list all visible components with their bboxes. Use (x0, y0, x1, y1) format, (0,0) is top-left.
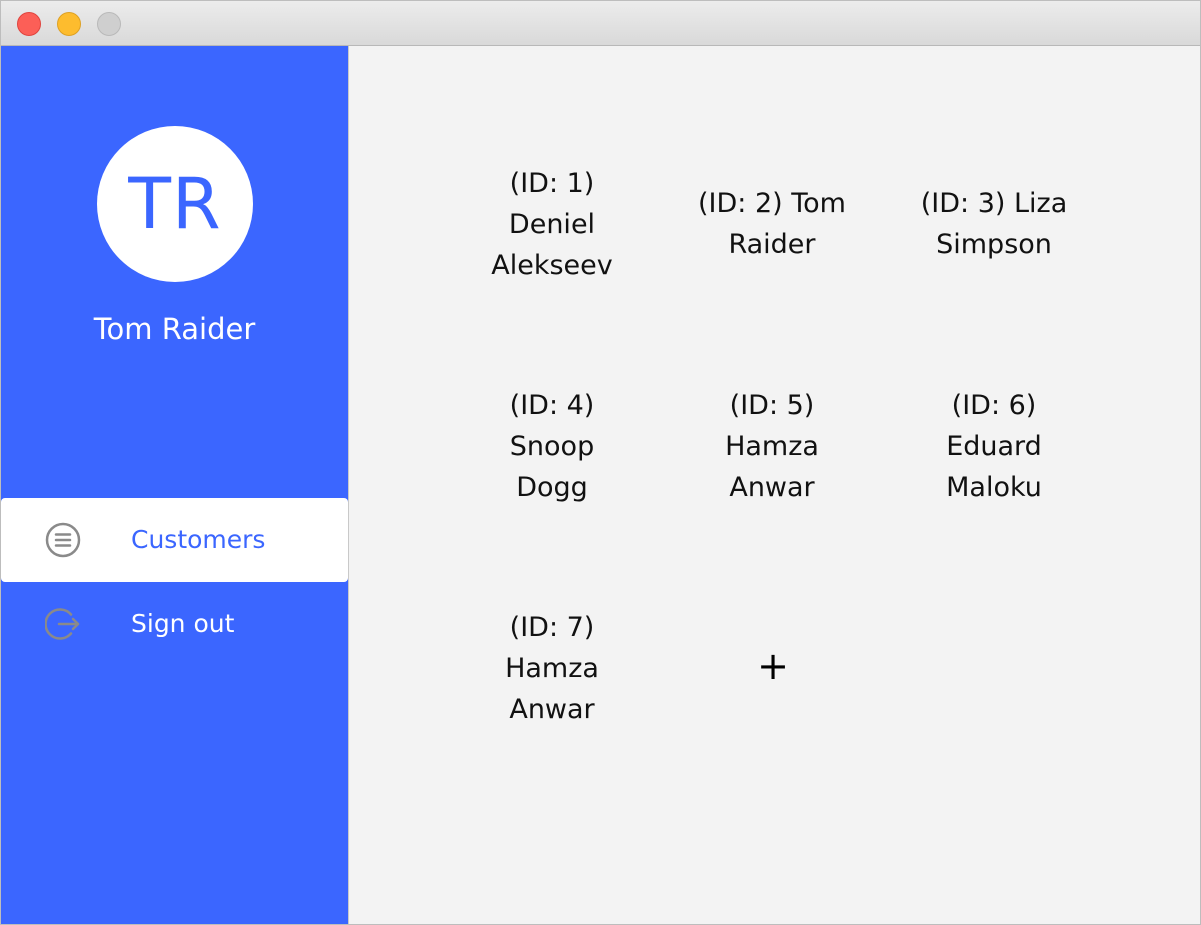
customer-card[interactable]: (ID: 1) Deniel Alekseev (452, 163, 652, 286)
customer-id-label: (ID: 4) (509, 390, 595, 421)
close-window-button[interactable] (17, 12, 41, 36)
avatar: TR (97, 126, 253, 282)
customer-id-label: (ID: 5) (729, 390, 815, 421)
sidebar-item-label: Customers (131, 525, 266, 554)
customer-card[interactable]: (ID: 2) Tom Raider (672, 183, 872, 265)
customer-id-label: (ID: 3) Liza (920, 188, 1068, 219)
customer-name-line: Snoop (509, 431, 595, 462)
customer-card[interactable]: (ID: 4) Snoop Dogg (452, 385, 652, 508)
app-window: TR Tom Raider Customers Sign out (ID: 1)… (0, 0, 1201, 925)
sidebar-item-customers[interactable]: Customers (1, 498, 348, 582)
customer-name-line: Anwar (729, 472, 815, 503)
customer-name-line: Hamza (505, 653, 599, 684)
list-circle-icon (45, 522, 81, 558)
customer-name-line: Eduard (946, 431, 1042, 462)
customer-name-line: Simpson (936, 229, 1052, 260)
user-name: Tom Raider (93, 312, 256, 346)
add-customer-button[interactable]: + (741, 643, 805, 693)
customer-card[interactable]: (ID: 6) Eduard Maloku (894, 385, 1094, 508)
customer-id-label: (ID: 2) Tom (698, 188, 846, 219)
customer-name-line: Deniel (508, 209, 596, 240)
avatar-initials: TR (128, 163, 222, 245)
customer-id-label: (ID: 7) (509, 612, 595, 643)
minimize-window-button[interactable] (57, 12, 81, 36)
customer-name-line: Anwar (509, 694, 595, 725)
customer-card[interactable]: (ID: 5) Hamza Anwar (672, 385, 872, 508)
sidebar: TR Tom Raider Customers Sign out (1, 46, 348, 924)
title-bar (1, 1, 1200, 46)
customer-id-label: (ID: 6) (951, 390, 1037, 421)
customer-name-line: Alekseev (491, 250, 613, 281)
zoom-window-button[interactable] (97, 12, 121, 36)
customer-name-line: Hamza (725, 431, 819, 462)
customer-card[interactable]: (ID: 7) Hamza Anwar (452, 607, 652, 730)
customer-name-line: Raider (728, 229, 816, 260)
customer-name-line: Dogg (516, 472, 588, 503)
sidebar-item-sign-out[interactable]: Sign out (1, 582, 348, 666)
sign-out-icon (45, 608, 80, 640)
customer-card[interactable]: (ID: 3) Liza Simpson (894, 183, 1094, 265)
customer-id-label: (ID: 1) (509, 168, 595, 199)
customer-name-line: Maloku (946, 472, 1042, 503)
sidebar-item-label: Sign out (131, 609, 235, 638)
